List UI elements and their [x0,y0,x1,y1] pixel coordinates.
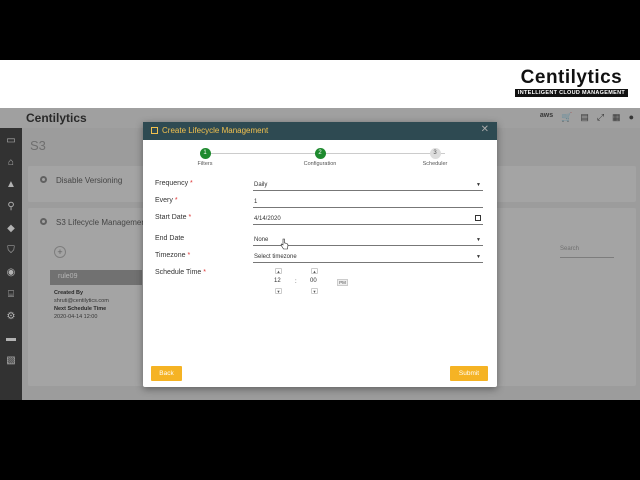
chevron-down-icon: ▼ [476,237,481,243]
stepper: 1 Filters 2 Configuration 3 Scheduler [153,148,487,170]
start-date-input[interactable]: 4/14/2020 [253,214,483,225]
hour-down-icon[interactable]: ▼ [275,288,282,294]
hour-value[interactable]: 12 [274,278,281,284]
meridian-toggle[interactable]: PM [337,279,348,286]
submit-button[interactable]: Submit [450,366,488,381]
every-row: Every * 1 [155,197,483,209]
lifecycle-icon [151,127,158,134]
every-label: Every * [155,197,178,204]
calendar-icon[interactable] [475,215,481,221]
timezone-label: Timezone * [155,252,191,259]
time-separator: : [295,279,297,285]
brand-name: Centilytics [520,67,623,88]
create-lifecycle-modal: Create Lifecycle Management ✕ 1 Filters … [143,122,497,387]
modal-title: Create Lifecycle Management [162,126,269,135]
video-frame: Centilytics INTELLIGENT CLOUD MANAGEMENT… [0,0,640,480]
minute-up-icon[interactable]: ▲ [311,268,318,274]
every-input[interactable]: 1 [253,197,483,208]
step-number: 2 [314,148,326,159]
schedule-time-label: Schedule Time * [155,269,206,276]
step-scheduler[interactable]: 3 Scheduler [405,148,465,167]
brand-tagline: INTELLIGENT CLOUD MANAGEMENT [514,89,628,97]
minute-down-icon[interactable]: ▼ [311,288,318,294]
timezone-row: Timezone * Select timezone ▼ [155,252,483,264]
frequency-row: Frequency * Daily ▼ [155,180,483,192]
step-configuration[interactable]: 2 Configuration [290,148,350,167]
chevron-down-icon: ▼ [476,182,481,188]
step-label: Filters [197,161,213,167]
timezone-select[interactable]: Select timezone ▼ [253,252,483,263]
step-number: 1 [199,148,211,159]
modal-header: Create Lifecycle Management ✕ [143,122,497,140]
back-button[interactable]: Back [151,366,182,381]
hour-up-icon[interactable]: ▲ [275,268,282,274]
brand-logo: Centilytics INTELLIGENT CLOUD MANAGEMENT [514,67,628,97]
time-picker: ▲ 12 ▼ : ▲ 00 ▼ PM [271,268,351,298]
step-label: Scheduler [422,161,448,167]
step-filters[interactable]: 1 Filters [175,148,235,167]
close-icon[interactable]: ✕ [481,124,489,135]
step-label: Configuration [303,161,337,167]
frequency-label: Frequency * [155,180,193,187]
start-date-row: Start Date * 4/14/2020 [155,214,483,226]
minute-value[interactable]: 00 [310,278,317,284]
chevron-down-icon: ▼ [476,254,481,260]
step-number: 3 [429,148,441,159]
brand-banner: Centilytics INTELLIGENT CLOUD MANAGEMENT [0,60,640,108]
end-date-label: End Date [155,235,185,242]
start-date-label: Start Date * [155,214,192,221]
end-date-row: End Date None ▼ [155,235,483,247]
frequency-select[interactable]: Daily ▼ [253,180,483,191]
mouse-cursor-icon [280,238,289,250]
